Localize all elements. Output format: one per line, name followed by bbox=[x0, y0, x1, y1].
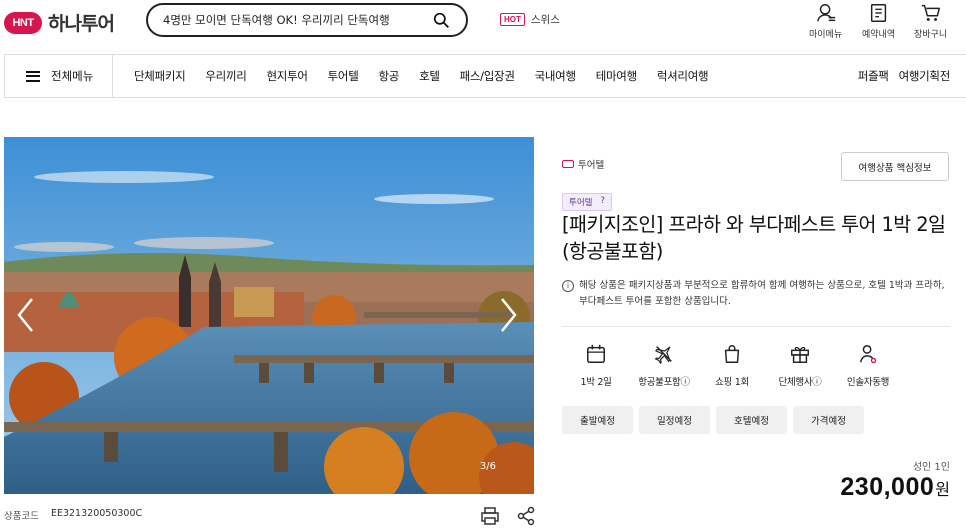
feature-guide: 인솔자동행 bbox=[834, 343, 902, 388]
product-notice: i 해당 상품은 패키지상품과 부분적으로 합류하여 함께 여행하는 상품으로,… bbox=[562, 278, 950, 310]
share-icons bbox=[480, 506, 536, 526]
my-menu-label: 마이메뉴 bbox=[809, 30, 843, 40]
ticket-icon bbox=[562, 160, 574, 168]
nav-exhibition[interactable]: 여행기획전 bbox=[899, 68, 951, 84]
feature-label: 쇼핑 1회 bbox=[715, 377, 749, 388]
hamburger-icon bbox=[26, 70, 40, 82]
product-category: 투어텔 bbox=[562, 157, 604, 171]
document-icon bbox=[870, 4, 886, 22]
search-icon[interactable] bbox=[433, 12, 450, 29]
itinerary-schedule-button[interactable]: 일정예정 bbox=[639, 406, 710, 434]
price-schedule-button[interactable]: 가격예정 bbox=[793, 406, 864, 434]
feature-duration: 1박 2일 bbox=[562, 343, 630, 388]
product-tags: 투어텔 ? bbox=[562, 193, 612, 211]
divider bbox=[562, 326, 950, 327]
share-icon[interactable] bbox=[516, 506, 536, 526]
nav-item[interactable]: 패스/입장권 bbox=[460, 68, 515, 84]
logo[interactable]: HNT 하나투어 bbox=[4, 9, 115, 36]
notice-text: 해당 상품은 패키지상품과 부분적으로 합류하여 함께 여행하는 상품으로, 호… bbox=[579, 280, 945, 307]
hotel-schedule-button[interactable]: 호텔예정 bbox=[716, 406, 787, 434]
product-type-tag[interactable]: 투어텔 ? bbox=[562, 193, 612, 211]
nav-item[interactable]: 우리끼리 bbox=[205, 68, 246, 84]
hot-keyword[interactable]: HOT 스위스 bbox=[500, 12, 560, 27]
feature-label: 인솔자동행 bbox=[846, 377, 890, 388]
cart-button[interactable]: 장바구니 bbox=[914, 2, 947, 40]
cart-label: 장바구니 bbox=[914, 30, 948, 40]
product-features: 1박 2일 항공불포함ⓘ 쇼핑 1회 단체행사ⓘ 인솔자동행 bbox=[562, 343, 902, 388]
calendar-icon bbox=[587, 344, 605, 363]
price-unit: 원 bbox=[935, 480, 950, 499]
nav-item[interactable]: 항공 bbox=[379, 68, 400, 84]
next-arrow-icon[interactable] bbox=[498, 297, 518, 333]
print-icon[interactable] bbox=[480, 506, 500, 526]
user-icon bbox=[816, 4, 835, 22]
main-nav: 전체메뉴 단체패키지 우리끼리 현지투어 투어텔 항공 호텔 패스/입장권 국내… bbox=[4, 54, 966, 98]
product-title: [패키지조인] 프라하 와 부다페스트 투어 1박 2일 (항공불포함) bbox=[562, 213, 946, 263]
product-code-label: 상품코드 bbox=[4, 511, 39, 522]
prev-arrow-icon[interactable] bbox=[16, 297, 36, 333]
feature-shopping: 쇼핑 1회 bbox=[698, 343, 766, 388]
cart-icon bbox=[921, 4, 940, 21]
gallery-counter: 3/6 bbox=[479, 461, 496, 472]
feature-label: 1박 2일 bbox=[580, 377, 612, 388]
feature-label: 단체행사ⓘ bbox=[778, 377, 822, 388]
price-amount: 230,000 bbox=[840, 473, 935, 501]
key-info-button[interactable]: 여행상품 핵심정보 bbox=[841, 152, 949, 181]
gift-icon bbox=[791, 346, 809, 363]
product-code-row: 상품코드 EE321320050300C bbox=[4, 508, 142, 522]
tag-help-icon: ? bbox=[600, 196, 605, 206]
price: 230,000 원 bbox=[840, 473, 950, 502]
nav-puzzle-pack[interactable]: 퍼즐팩 bbox=[858, 68, 889, 84]
all-menu-button[interactable]: 전체메뉴 bbox=[5, 55, 113, 97]
all-menu-label: 전체메뉴 bbox=[51, 69, 94, 83]
departure-schedule-button[interactable]: 출발예정 bbox=[562, 406, 633, 434]
feature-label: 항공불포함ⓘ bbox=[638, 377, 690, 388]
logo-badge: HNT bbox=[4, 11, 42, 34]
nav-item[interactable]: 국내여행 bbox=[535, 68, 576, 84]
nav-item[interactable]: 테마여행 bbox=[596, 68, 637, 84]
product-category-label: 투어텔 bbox=[578, 160, 605, 171]
reservation-label: 예약내역 bbox=[862, 30, 896, 40]
nav-item[interactable]: 럭셔리여행 bbox=[657, 68, 709, 84]
nav-item[interactable]: 호텔 bbox=[419, 68, 440, 84]
nav-item[interactable]: 현지투어 bbox=[267, 68, 308, 84]
guide-person-icon bbox=[859, 345, 877, 364]
product-code: EE321320050300C bbox=[50, 508, 143, 519]
hot-keyword-text: 스위스 bbox=[530, 14, 560, 26]
nav-right: 퍼즐팩 여행기획전 bbox=[858, 55, 951, 97]
hot-badge: HOT bbox=[500, 13, 525, 26]
shopping-bag-icon bbox=[724, 345, 740, 363]
my-menu-button[interactable]: 마이메뉴 bbox=[809, 2, 842, 40]
nav-items: 단체패키지 우리끼리 현지투어 투어텔 항공 호텔 패스/입장권 국내여행 테마… bbox=[134, 55, 728, 97]
prague-photo bbox=[4, 137, 534, 494]
product-gallery[interactable]: 3/6 bbox=[4, 137, 534, 494]
info-icon: i bbox=[562, 280, 574, 292]
schedule-buttons: 출발예정 일정예정 호텔예정 가격예정 bbox=[562, 406, 864, 434]
price-label: 성인 1인 bbox=[912, 462, 950, 473]
feature-flight[interactable]: 항공불포함ⓘ bbox=[630, 343, 698, 388]
nav-item[interactable]: 단체패키지 bbox=[134, 68, 186, 84]
search-box bbox=[146, 3, 468, 37]
feature-group[interactable]: 단체행사ⓘ bbox=[766, 343, 834, 388]
logo-text: 하나투어 bbox=[48, 13, 115, 35]
no-flight-icon bbox=[654, 346, 672, 365]
nav-item[interactable]: 투어텔 bbox=[328, 68, 359, 84]
top-header: HNT 하나투어 HOT 스위스 마이메뉴 예약내역 bbox=[0, 0, 966, 54]
search-input[interactable] bbox=[163, 13, 433, 27]
tag-label: 투어텔 bbox=[569, 198, 593, 208]
reservation-button[interactable]: 예약내역 bbox=[862, 2, 895, 40]
